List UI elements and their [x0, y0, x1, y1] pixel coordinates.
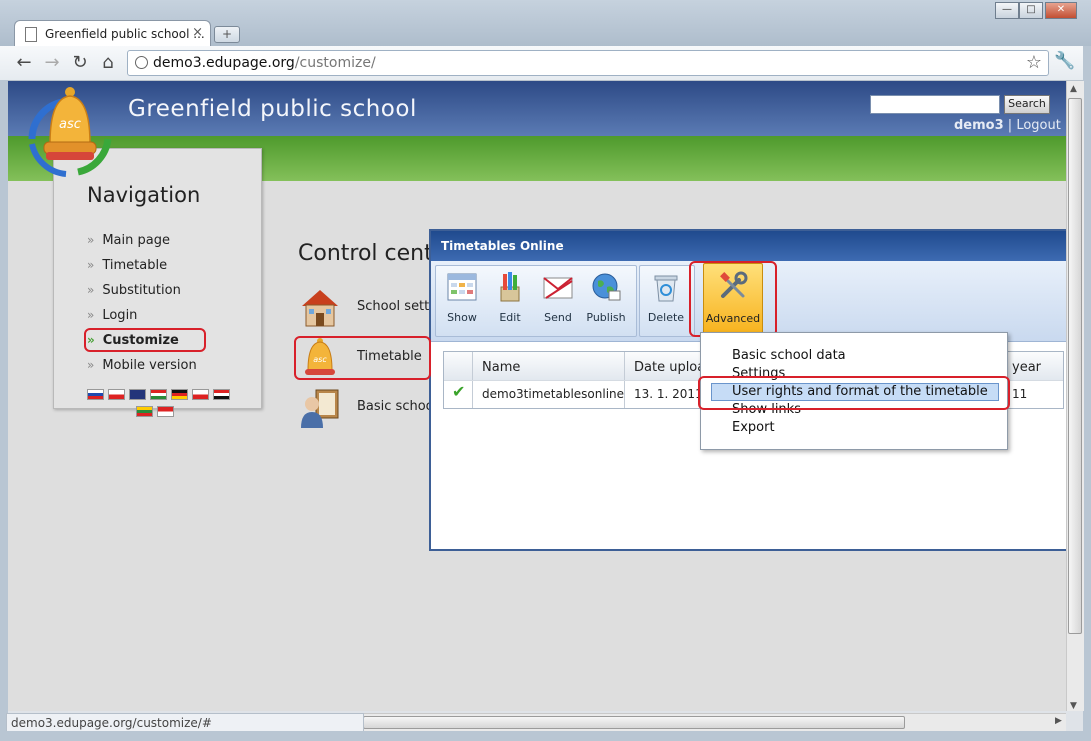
delete-button[interactable]: Delete [643, 271, 689, 333]
nav-item-main-page[interactable]: » Main page [87, 233, 170, 248]
minimize-button[interactable]: — [995, 2, 1019, 19]
dialog-title: Timetables Online [441, 239, 564, 253]
window-frame-right [1083, 46, 1091, 741]
nav-item-login[interactable]: » Login [87, 308, 137, 323]
control-center-title: Control cent [298, 241, 433, 266]
back-arrow-icon[interactable]: ← [13, 52, 35, 74]
chevron-right-icon: » [87, 358, 95, 372]
tab-close-icon[interactable]: × [192, 25, 203, 40]
envelope-icon [543, 277, 573, 299]
cc-item-school-settings[interactable]: School setti [298, 286, 433, 330]
grid-header-name[interactable]: Name [482, 360, 520, 375]
language-flags [87, 389, 234, 420]
highlight-timetable [294, 336, 431, 380]
cell-name: demo3timetablesonline [482, 387, 625, 401]
address-bar[interactable]: demo3.edupage.org/customize/ ☆ [127, 50, 1049, 76]
globe-icon [592, 273, 621, 301]
scroll-right-arrow-icon[interactable]: ▶ [1055, 716, 1062, 726]
teacher-icon [301, 389, 339, 428]
nav-item-label: Substitution [102, 283, 181, 298]
window-frame-left [0, 80, 8, 731]
grid-header-year[interactable]: year [1012, 360, 1041, 375]
chevron-right-icon: » [87, 308, 95, 322]
chevron-right-icon: » [87, 283, 95, 297]
window-frame-bottom [0, 731, 1091, 741]
dialog-titlebar: Timetables Online [431, 231, 1066, 261]
username-link[interactable]: demo3 [954, 118, 1004, 133]
home-icon[interactable]: ⌂ [97, 52, 119, 74]
search-button[interactable]: Search [1004, 95, 1050, 114]
cc-item-label: Basic schoo [357, 399, 434, 414]
flag-de-icon[interactable] [171, 389, 188, 400]
send-button[interactable]: Send [535, 271, 581, 333]
scroll-down-arrow-icon[interactable]: ▼ [1070, 701, 1077, 711]
cc-item-label: School setti [357, 299, 433, 314]
status-url: demo3.edupage.org/customize/# [11, 716, 212, 730]
nav-item-mobile-version[interactable]: » Mobile version [87, 358, 197, 373]
chevron-right-icon: » [87, 233, 95, 247]
url-text: demo3.edupage.org/customize/ [153, 55, 376, 71]
navigation-title: Navigation [87, 183, 201, 207]
status-bar: demo3.edupage.org/customize/# [6, 713, 364, 732]
nav-item-label: Main page [102, 233, 170, 248]
browser-tab[interactable]: Greenfield public school ... × [14, 20, 211, 47]
chevron-right-icon: » [87, 258, 95, 272]
horizontal-scrollbar-thumb[interactable] [363, 716, 905, 729]
flag-en-icon[interactable] [129, 389, 146, 400]
highlight-advanced [689, 261, 777, 337]
pencils-icon [500, 272, 520, 302]
logout-link[interactable]: Logout [1016, 118, 1061, 133]
page-icon [25, 27, 37, 42]
maximize-button[interactable]: □ [1019, 2, 1043, 19]
grid-icon [447, 273, 477, 301]
flag-lt-icon[interactable] [136, 406, 153, 417]
nav-item-label: Login [102, 308, 138, 323]
close-window-button[interactable]: ✕ [1045, 2, 1077, 19]
flag-sk-icon[interactable] [87, 389, 104, 400]
menu-item-export[interactable]: Export [732, 420, 775, 435]
user-bar: demo3 | Logout [954, 118, 1061, 133]
highlight-customize [84, 328, 206, 352]
reload-icon[interactable]: ↻ [69, 52, 91, 74]
recycle-bin-icon [654, 275, 678, 302]
toolbar-label: Delete [647, 311, 685, 324]
flag-eg-icon[interactable] [213, 389, 230, 400]
nav-item-substitution[interactable]: » Substitution [87, 283, 181, 298]
toolbar-label: Publish [586, 311, 626, 324]
svg-text:asc: asc [59, 117, 81, 132]
cell-year: 11 [1012, 387, 1028, 401]
grid-header-date[interactable]: Date uploa [634, 360, 705, 375]
wrench-icon[interactable]: 🔧 [1054, 51, 1075, 71]
school-name: Greenfield public school [128, 96, 417, 122]
url-path: /customize/ [294, 55, 376, 71]
publish-button[interactable]: Publish [583, 271, 629, 333]
edit-button[interactable]: Edit [487, 271, 533, 333]
flag-cz-icon[interactable] [108, 389, 125, 400]
nav-item-timetable[interactable]: » Timetable [87, 258, 167, 273]
cc-item-basic-school-data[interactable]: Basic schoo [298, 386, 434, 430]
asc-bell-logo: asc [28, 87, 112, 177]
site-search-input[interactable] [870, 95, 1000, 114]
page-info-icon [135, 56, 148, 69]
highlight-user-rights [698, 376, 1010, 410]
house-icon [302, 290, 338, 327]
navigation-panel: Navigation » Main page » Timetable » Substi… [53, 148, 262, 417]
show-button[interactable]: Show [439, 271, 485, 333]
bookmark-star-icon[interactable]: ☆ [1026, 52, 1042, 73]
flag-pl-icon[interactable] [192, 389, 209, 400]
menu-item-basic-school-data[interactable]: Basic school data [732, 348, 846, 363]
nav-item-label: Timetable [102, 258, 168, 273]
new-tab-button[interactable]: + [214, 26, 240, 43]
cell-date: 13. 1. 2011 [634, 387, 703, 401]
vertical-scrollbar-thumb[interactable] [1068, 98, 1082, 634]
scroll-up-arrow-icon[interactable]: ▲ [1070, 84, 1077, 94]
checkmark-icon: ✔ [452, 382, 466, 401]
flag-hu-icon[interactable] [150, 389, 167, 400]
nav-item-label: Mobile version [102, 358, 197, 373]
forward-arrow-icon[interactable]: → [41, 52, 63, 74]
url-host: demo3.edupage.org [153, 55, 295, 71]
flag-my-icon[interactable] [157, 406, 174, 417]
user-bar-separator: | [1007, 118, 1013, 133]
tab-title: Greenfield public school ... [45, 27, 205, 41]
